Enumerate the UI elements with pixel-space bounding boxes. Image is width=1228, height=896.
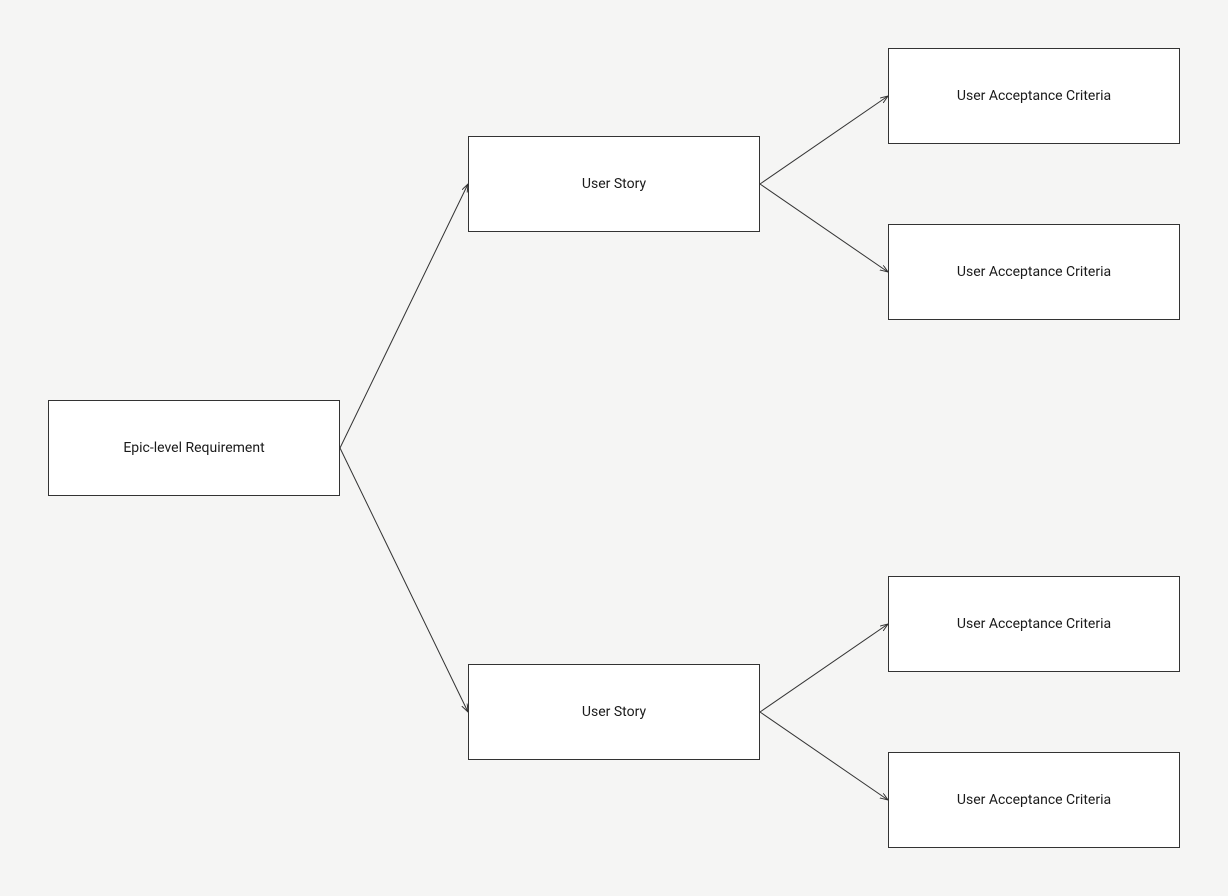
diagram-canvas: Epic-level Requirement User Story User S… [0,0,1228,896]
user-story-node-2: User Story [468,664,760,760]
uac-node-1: User Acceptance Criteria [888,48,1180,144]
edge-epic-to-story2 [340,448,468,712]
uac-node-3: User Acceptance Criteria [888,576,1180,672]
user-story-node-1: User Story [468,136,760,232]
user-story-2-label: User Story [574,704,654,720]
uac-4-label: User Acceptance Criteria [949,792,1119,808]
uac-3-label: User Acceptance Criteria [949,616,1119,632]
edge-story1-to-uac2 [760,184,888,272]
epic-label: Epic-level Requirement [115,440,272,456]
epic-node: Epic-level Requirement [48,400,340,496]
uac-node-4: User Acceptance Criteria [888,752,1180,848]
uac-2-label: User Acceptance Criteria [949,264,1119,280]
edge-story2-to-uac3 [760,624,888,712]
edge-story1-to-uac1 [760,96,888,184]
edge-story2-to-uac4 [760,712,888,800]
uac-node-2: User Acceptance Criteria [888,224,1180,320]
user-story-1-label: User Story [574,176,654,192]
uac-1-label: User Acceptance Criteria [949,88,1119,104]
edge-epic-to-story1 [340,184,468,448]
